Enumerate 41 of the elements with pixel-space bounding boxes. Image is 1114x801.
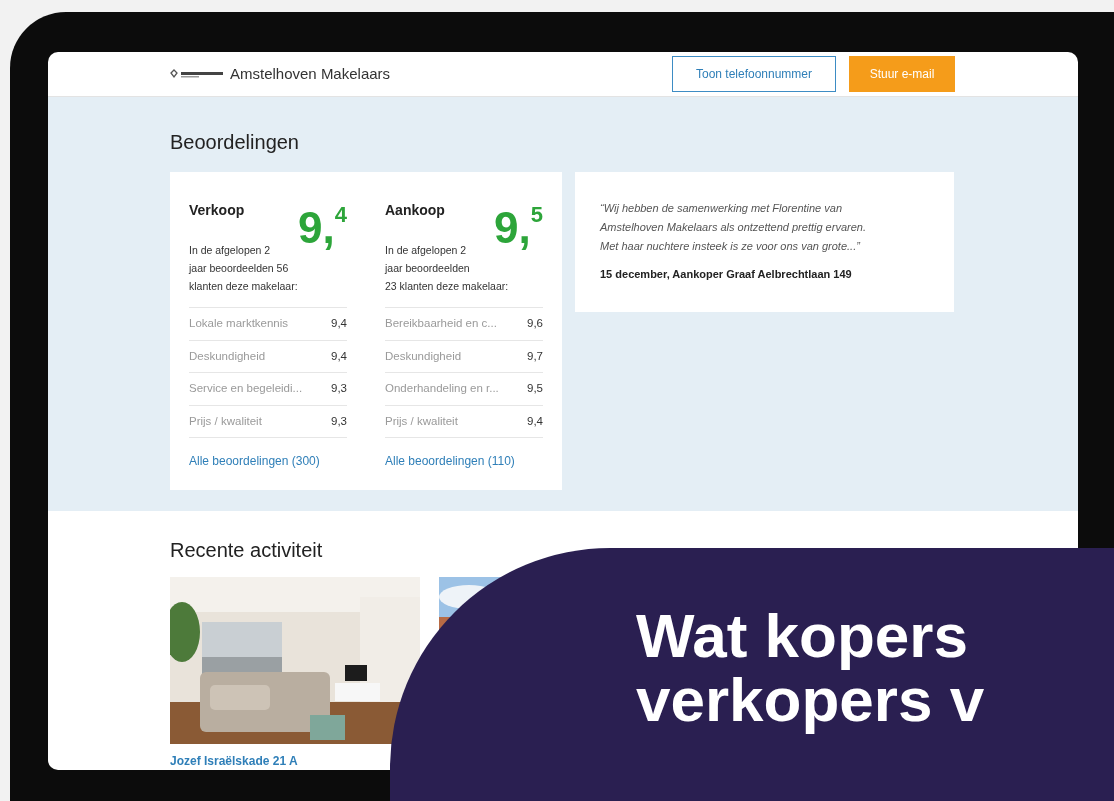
criterion-label: Onderhandeling en r... <box>385 381 499 397</box>
score: 9, <box>494 206 531 251</box>
logo-icon <box>170 69 224 80</box>
score: 9, <box>298 206 335 251</box>
criterion-label: Bereikbaarheid en c... <box>385 316 497 332</box>
section-title: Beoordelingen <box>170 130 300 156</box>
score-decimal: 4 <box>334 204 347 227</box>
criterion-label: Deskundigheid <box>385 348 462 364</box>
criterion-score: 9,4 <box>331 348 347 364</box>
criterion-score: 9,3 <box>331 381 347 397</box>
criterion-score: 9,3 <box>331 413 347 429</box>
section-title: Recente activiteit <box>170 538 324 563</box>
all-reviews-link[interactable]: Alle beoordelingen (110) <box>385 452 543 471</box>
rating-description: In de afgelopen 2 <box>189 243 272 259</box>
rating-title: Aankoop <box>385 201 446 221</box>
criterion-label: Prijs / kwaliteit <box>189 413 262 429</box>
rating-description: jaar beoordeelden 56 <box>189 261 290 277</box>
criterion-label: Lokale marktkennis <box>189 316 289 332</box>
brand-name: Amstelhoven Makelaars <box>230 63 391 84</box>
banner-heading: Wat kopers <box>636 604 969 668</box>
score-decimal: 5 <box>530 204 543 227</box>
criterion-score: 9,7 <box>527 348 543 364</box>
all-reviews-link[interactable]: Alle beoordelingen (300) <box>189 452 347 471</box>
criterion-score: 9,4 <box>527 413 543 429</box>
quote-text: Met haar nuchtere insteek is ze voor ons van grote...” <box>600 239 862 255</box>
rating-description: 23 klanten deze makelaar: <box>385 279 509 295</box>
criterion-label: Deskundigheid <box>189 348 266 364</box>
listing-address[interactable]: Jozef Israëlskade 21 A <box>170 752 298 770</box>
quote-text: Amstelhoven Makelaars als ontzettend prettig ervaren. <box>600 220 867 236</box>
criterion-score: 9,5 <box>527 381 543 397</box>
phone-button[interactable]: Toon telefoonnummer <box>672 56 836 93</box>
quote-text: “Wij hebben de samenwerking met Florentine van <box>600 201 844 217</box>
criterion-score: 9,4 <box>331 316 347 332</box>
criterion-label: Service en begeleidi... <box>189 381 303 397</box>
quote-author: 15 december, Aankoper Graaf Aelbrechtlaan 149 <box>600 267 853 283</box>
rating-title: Verkoop <box>189 201 246 221</box>
criterion-label: Prijs / kwaliteit <box>385 413 458 429</box>
rating-description: In de afgelopen 2 <box>385 243 468 259</box>
rating-description: jaar beoordeelden <box>385 261 471 277</box>
criterion-score: 9,6 <box>527 316 543 332</box>
rating-description: klanten deze makelaar: <box>189 279 298 295</box>
